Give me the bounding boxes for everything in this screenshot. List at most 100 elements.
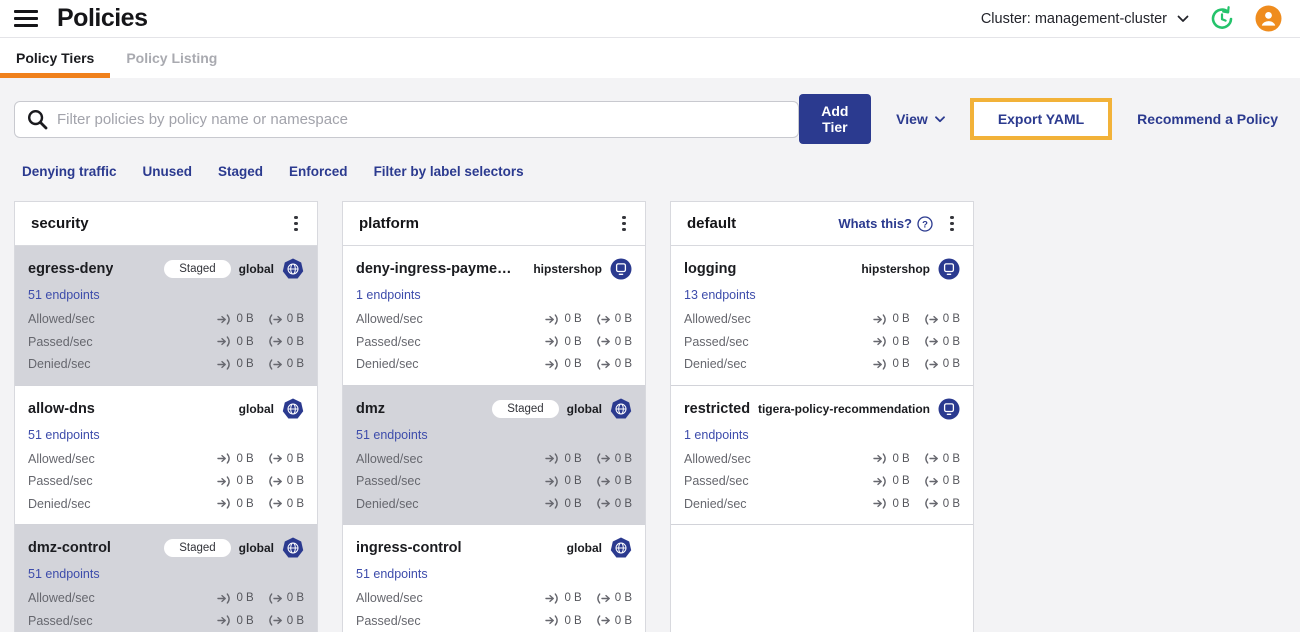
tier-column-platform: platform deny-ingress-paymentservi… hipste… (342, 201, 646, 632)
add-tier-button[interactable]: Add Tier (798, 94, 872, 144)
ingress-traffic-icon (873, 453, 887, 464)
metric-label: Passed/sec (28, 334, 93, 349)
ingress-metric: 0 B (545, 336, 582, 348)
history-button[interactable] (1209, 5, 1235, 32)
tab-policy-listing[interactable]: Policy Listing (110, 38, 233, 78)
policy-scope-label: hipstershop (861, 262, 930, 276)
recommend-policy-button[interactable]: Recommend a Policy (1137, 111, 1278, 127)
policy-search-input[interactable] (57, 110, 786, 128)
policy-card-restricted[interactable]: restricted tigera-policy-recommendation 1… (671, 385, 973, 525)
metric-label: Passed/sec (356, 474, 421, 489)
egress-metric: 0 B (596, 475, 632, 487)
endpoints-link[interactable]: 51 endpoints (28, 428, 304, 442)
metric-value: 0 B (614, 497, 632, 510)
metric-label: Passed/sec (684, 474, 749, 489)
ingress-metric: 0 B (217, 336, 254, 348)
policy-search-box[interactable] (14, 100, 799, 138)
tab-policy-tiers[interactable]: Policy Tiers (0, 38, 111, 78)
egress-traffic-icon (924, 453, 938, 464)
filter-by-label-selectors[interactable]: Filter by label selectors (374, 164, 524, 179)
egress-traffic-icon (596, 476, 610, 487)
policy-card-allow-dns[interactable]: allow-dns global 51 endpoints Allowed/sec … (15, 385, 317, 525)
ingress-metric: 0 B (545, 475, 582, 487)
ingress-traffic-icon (873, 336, 887, 347)
policy-card-dmz[interactable]: dmz Staged global 51 endpoints Allowed/sec … (343, 385, 645, 525)
staged-badge: Staged (492, 399, 559, 418)
metric-value: 0 B (286, 475, 304, 488)
egress-traffic-icon (596, 498, 610, 509)
policy-card-egress-deny[interactable]: egress-deny Staged global 51 endpoints Allo… (15, 246, 317, 386)
endpoints-link[interactable]: 1 endpoints (684, 428, 960, 442)
metric-label: Denied/sec (684, 496, 747, 511)
metric-label: Passed/sec (684, 334, 749, 349)
metric-row: Denied/sec 0 B 0 B (356, 353, 632, 376)
policy-card-logging[interactable]: logging hipstershop 13 endpoints Allowed/s… (671, 246, 973, 386)
policy-name[interactable]: ingress-control (356, 540, 462, 556)
endpoints-link[interactable]: 51 endpoints (356, 567, 632, 581)
global-globe-icon (282, 398, 304, 418)
metric-label: Denied/sec (356, 357, 419, 372)
filter-enforced[interactable]: Enforced (289, 164, 348, 179)
policy-name[interactable]: deny-ingress-paymentservi… (356, 261, 516, 277)
policy-name[interactable]: dmz-control (28, 540, 111, 556)
recommend-policy-label: Recommend a Policy (1137, 111, 1278, 127)
filter-unused[interactable]: Unused (143, 164, 193, 179)
policy-name[interactable]: dmz (356, 401, 385, 417)
metric-label: Allowed/sec (356, 312, 423, 327)
policy-name[interactable]: logging (684, 261, 736, 277)
metric-row: Denied/sec 0 B 0 B (684, 493, 960, 516)
endpoints-link[interactable]: 13 endpoints (684, 288, 960, 302)
endpoints-link[interactable]: 51 endpoints (28, 567, 304, 581)
egress-metric: 0 B (924, 336, 960, 348)
user-avatar[interactable] (1255, 5, 1282, 32)
ingress-metric: 0 B (873, 358, 910, 370)
hamburger-menu-icon[interactable] (14, 10, 38, 27)
cluster-selector[interactable]: Cluster: management-cluster (981, 11, 1189, 27)
egress-traffic-icon (268, 336, 282, 347)
egress-metric: 0 B (268, 615, 304, 627)
ingress-metric: 0 B (217, 313, 254, 325)
namespace-icon (610, 258, 632, 280)
view-dropdown[interactable]: View (896, 111, 945, 127)
metric-value: 0 B (942, 335, 960, 348)
policy-card-deny-ingress-paymentservi[interactable]: deny-ingress-paymentservi… hipstershop 1 … (343, 246, 645, 386)
metric-row: Allowed/sec 0 B 0 B (28, 448, 304, 471)
metric-label: Denied/sec (28, 357, 91, 372)
help-circle-icon: ? (917, 215, 933, 232)
policy-name[interactable]: egress-deny (28, 261, 113, 277)
metric-row: Passed/sec 0 B 0 B (28, 610, 304, 632)
export-yaml-button[interactable]: Export YAML (969, 98, 1113, 140)
policy-card-ingress-control[interactable]: ingress-control global 51 endpoints Allowe… (343, 525, 645, 632)
ingress-traffic-icon (873, 476, 887, 487)
global-globe-icon (610, 537, 632, 558)
metric-value: 0 B (564, 592, 582, 605)
filter-denying-traffic[interactable]: Denying traffic (22, 164, 117, 179)
ingress-metric: 0 B (545, 358, 582, 370)
tier-name: platform (359, 215, 419, 232)
metric-label: Allowed/sec (28, 451, 95, 466)
egress-metric: 0 B (596, 592, 632, 604)
metric-value: 0 B (614, 592, 632, 605)
egress-metric: 0 B (596, 336, 632, 348)
policy-card-dmz-control[interactable]: dmz-control Staged global 51 endpoints Allo… (15, 525, 317, 632)
ingress-metric: 0 B (217, 453, 254, 465)
filter-staged[interactable]: Staged (218, 164, 263, 179)
ingress-traffic-icon (217, 314, 231, 325)
tier-menu-kebab-icon[interactable] (941, 212, 963, 236)
policy-name[interactable]: restricted (684, 401, 750, 417)
endpoints-link[interactable]: 51 endpoints (356, 428, 632, 442)
endpoints-link[interactable]: 1 endpoints (356, 288, 632, 302)
whats-this-link[interactable]: Whats this? ? (838, 215, 933, 232)
ingress-metric: 0 B (545, 498, 582, 510)
metric-value: 0 B (286, 358, 304, 371)
endpoints-link[interactable]: 51 endpoints (28, 288, 304, 302)
staged-badge: Staged (164, 260, 231, 278)
tier-name: security (31, 215, 89, 232)
metric-row: Passed/sec 0 B 0 B (684, 470, 960, 493)
egress-metric: 0 B (268, 358, 304, 370)
tier-menu-kebab-icon[interactable] (285, 212, 307, 236)
policy-name[interactable]: allow-dns (28, 401, 95, 417)
metric-row: Passed/sec 0 B 0 B (356, 470, 632, 493)
tier-menu-kebab-icon[interactable] (613, 212, 635, 236)
ingress-traffic-icon (545, 615, 559, 626)
